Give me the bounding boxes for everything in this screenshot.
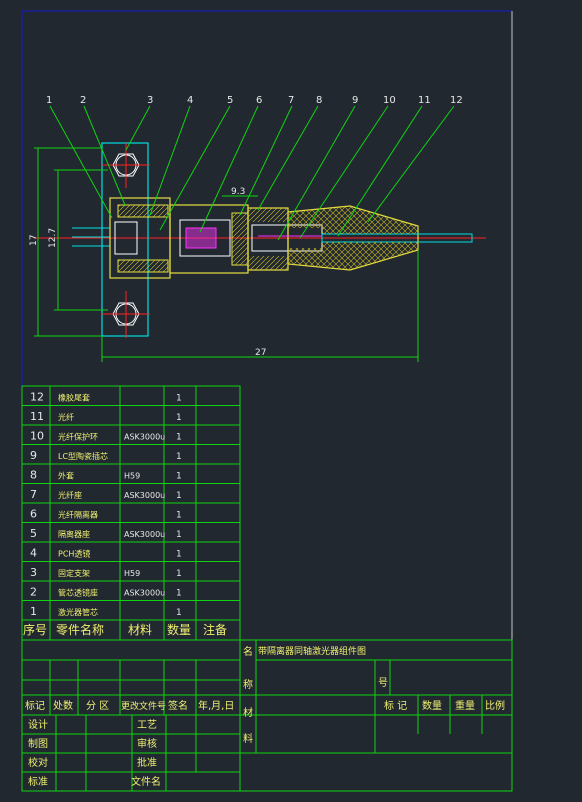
- row-qty: 1: [176, 413, 182, 423]
- bottom-bolt: [102, 291, 150, 338]
- title-cheng: 称: [243, 678, 253, 691]
- callout-6: 6: [256, 95, 262, 106]
- row-qty: 1: [176, 589, 182, 599]
- row-number: 4: [30, 547, 37, 560]
- row-number: 10: [30, 430, 44, 443]
- header-qty: 数量: [167, 622, 191, 637]
- right-scale: 比例: [485, 699, 505, 712]
- title-cai: 材: [243, 706, 253, 719]
- row-material: H59: [124, 569, 140, 578]
- rev-doc: 更改文件号: [121, 700, 166, 712]
- sig-check: 校对: [28, 756, 48, 769]
- callout-5: 5: [227, 95, 233, 106]
- callout-8: 8: [316, 95, 322, 106]
- title-ming: 名: [243, 645, 253, 658]
- row-number: 6: [30, 508, 37, 521]
- row-number: 1: [30, 605, 37, 618]
- callout-9: 9: [352, 95, 358, 106]
- row-part-name: 光纤座: [58, 490, 82, 500]
- row-qty: 1: [176, 452, 182, 462]
- revision-row: 标记 处数 分 区 更改文件号 签名 年,月,日: [25, 699, 234, 712]
- rev-chushu: 处数: [53, 699, 73, 712]
- row-material: ASK3000u: [124, 530, 165, 539]
- dim-12-7: 12.7: [48, 228, 58, 248]
- callout-3: 3: [147, 95, 153, 106]
- row-part-name: 隔离器座: [58, 529, 90, 539]
- right-weight: 重量: [455, 699, 475, 712]
- sheet-border: [21, 10, 513, 792]
- row-qty: 1: [176, 472, 182, 482]
- row-number: 12: [30, 391, 44, 404]
- row-part-name: 光纤保护环: [58, 432, 98, 442]
- callout-11: 11: [418, 95, 431, 106]
- dim-17: 17: [29, 235, 39, 246]
- row-number: 9: [30, 449, 37, 462]
- row-part-name: 橡胶尾套: [58, 393, 90, 403]
- header-material: 材料: [128, 623, 152, 637]
- title-block-grid: [21, 639, 513, 792]
- rev-biaoji: 标记: [25, 700, 45, 712]
- callout-1: 1: [46, 95, 52, 106]
- row-material: ASK3000u: [124, 589, 165, 598]
- callout-12: 12: [450, 95, 463, 106]
- right-biaoji: 标 记: [384, 700, 407, 712]
- drawing-title: 带隔离器同轴激光器组件图: [258, 645, 366, 657]
- row-number: 8: [30, 469, 37, 482]
- title-hao: 号: [378, 677, 388, 689]
- row-number: 3: [30, 566, 37, 579]
- row-part-name: LC型陶瓷插芯: [58, 451, 108, 461]
- rev-date: 年,月,日: [198, 699, 234, 712]
- sig-draw: 制图: [28, 737, 48, 750]
- row-material: ASK3000u: [124, 491, 165, 500]
- sig-filename: 文件名: [131, 775, 161, 788]
- right-row: 标 记 数量 重量 比例: [384, 699, 505, 712]
- row-material: ASK3000u: [124, 433, 165, 442]
- right-qty: 数量: [422, 699, 442, 712]
- row-qty: 1: [176, 433, 182, 443]
- row-number: 5: [30, 527, 37, 540]
- row-part-name: 激光器管芯: [58, 607, 98, 617]
- header-name: 零件名称: [56, 622, 104, 637]
- callout-4: 4: [187, 95, 193, 106]
- sig-approve: 批准: [137, 756, 157, 769]
- row-number: 11: [30, 410, 44, 423]
- row-qty: 1: [176, 569, 182, 579]
- title-liao: 料: [243, 732, 253, 745]
- row-qty: 1: [176, 394, 182, 404]
- row-qty: 1: [176, 550, 182, 560]
- row-qty: 1: [176, 530, 182, 540]
- row-part-name: 固定支架: [58, 568, 90, 578]
- row-part-name: 光纤隔离器: [58, 510, 98, 520]
- callout-7: 7: [288, 95, 294, 106]
- dim-27: 27: [255, 348, 266, 358]
- dim-9-3: 9.3: [231, 187, 245, 197]
- parts-table-grid: [21, 385, 241, 641]
- row-qty: 1: [176, 511, 182, 521]
- callout-2: 2: [80, 95, 86, 106]
- sig-review: 审核: [137, 737, 157, 750]
- sig-design: 设计: [28, 718, 48, 731]
- row-part-name: PCH透镜: [58, 549, 90, 559]
- mounting-flange: [101, 142, 149, 337]
- row-number: 7: [30, 488, 37, 501]
- row-part-name: 管芯透镜座: [58, 588, 98, 598]
- drawing-sheet: 1 2 3 4 5 6 7 8 9 10 11 12 9.3 27 17 12.…: [21, 10, 513, 792]
- row-part-name: 外套: [58, 471, 74, 481]
- sig-std: 标准: [28, 776, 48, 788]
- header-no: 序号: [23, 622, 47, 637]
- row-qty: 1: [176, 608, 182, 618]
- rev-fenqu: 分 区: [86, 700, 109, 712]
- row-material: H59: [124, 472, 140, 481]
- row-part-name: 光纤: [58, 412, 74, 422]
- callout-10: 10: [383, 95, 396, 106]
- header-note: 注备: [203, 622, 227, 637]
- row-qty: 1: [176, 491, 182, 501]
- rev-sign: 签名: [168, 699, 188, 712]
- row-number: 2: [30, 586, 37, 599]
- sig-process: 工艺: [137, 719, 157, 731]
